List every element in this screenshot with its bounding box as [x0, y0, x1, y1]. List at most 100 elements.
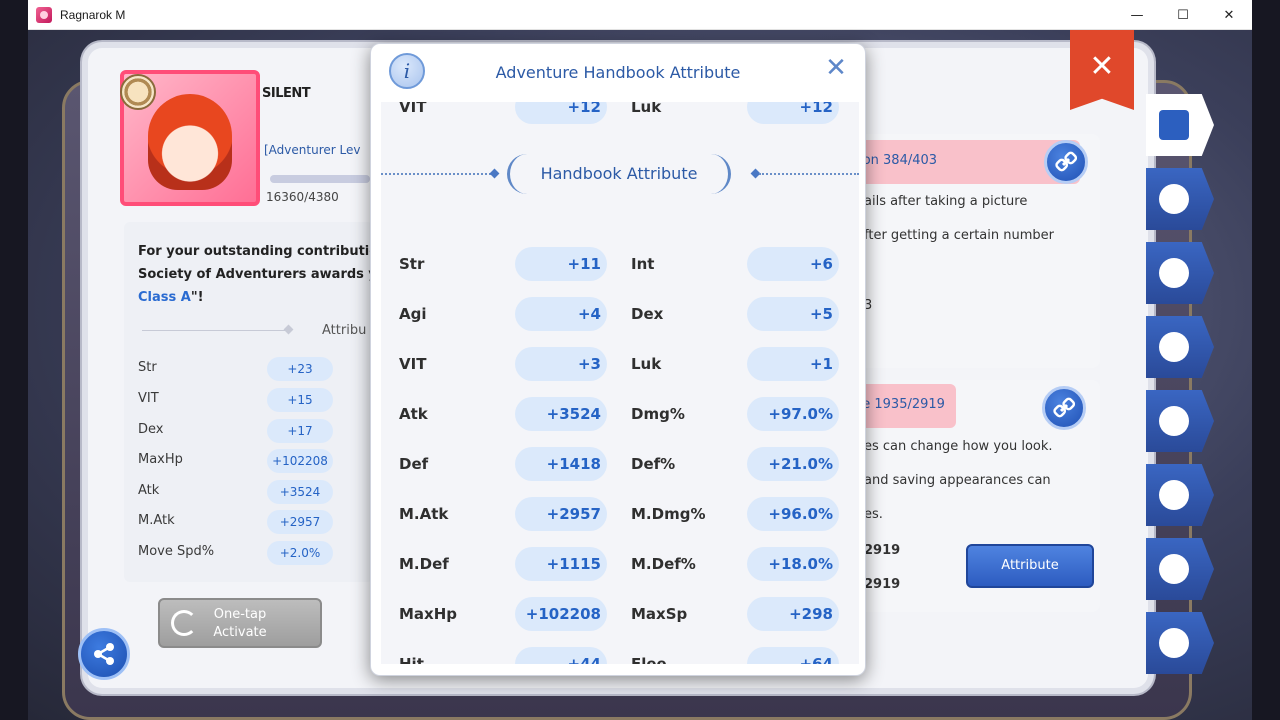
- attr-value: +4: [515, 297, 607, 331]
- close-book-button[interactable]: ✕: [1070, 30, 1134, 110]
- tab-story[interactable]: [1146, 538, 1214, 600]
- attr-value: +12: [747, 102, 839, 124]
- tab-npc[interactable]: [1146, 464, 1214, 526]
- attr-label: MaxSp: [631, 605, 688, 623]
- contribution-text: For your outstanding contributio Society…: [138, 240, 388, 309]
- handbook-attribute-modal: i Adventure Handbook Attribute ✕ VIT +12…: [370, 43, 866, 676]
- monster-face-icon: [1159, 184, 1189, 214]
- tab-monsters[interactable]: [1146, 168, 1214, 230]
- tab-handbook[interactable]: [1146, 94, 1214, 156]
- attr-value: +64: [747, 647, 839, 664]
- stat-value: +2957: [267, 510, 333, 534]
- stat-label: Str: [138, 360, 157, 375]
- collection-card-2-line-3: es.: [864, 507, 883, 522]
- stat-value: +17: [267, 419, 333, 443]
- exp-text: 16360/4380: [266, 190, 339, 204]
- contribution-line-2: Society of Adventurers awards y: [138, 267, 377, 282]
- modal-title: Adventure Handbook Attribute: [495, 63, 741, 82]
- link-button[interactable]: [1042, 386, 1086, 430]
- attr-value: +18.0%: [747, 547, 839, 581]
- contribution-class: Class A: [138, 290, 191, 305]
- collection-card-1-line-1: ails after taking a picture: [864, 194, 1028, 209]
- window-title: Ragnarok M: [60, 7, 126, 22]
- attr-label: M.Def: [399, 555, 449, 573]
- attr-label: VIT: [399, 102, 427, 116]
- share-icon: [94, 643, 114, 665]
- attribute-row: Atk +3524 Dmg% +97.0%: [381, 397, 859, 431]
- tab-photo[interactable]: [1146, 612, 1214, 674]
- attribute-row: Def +1418 Def% +21.0%: [381, 447, 859, 481]
- attr-label: Int: [631, 255, 655, 273]
- tab-cooking[interactable]: [1146, 390, 1214, 452]
- attribute-row: MaxHp +102208 MaxSp +298: [381, 597, 859, 631]
- exp-bar: [270, 175, 370, 183]
- tab-cards[interactable]: [1146, 316, 1214, 378]
- collection-card-1-line-2: fter getting a certain number: [864, 228, 1054, 243]
- link-icon: [1053, 397, 1075, 418]
- share-button[interactable]: [78, 628, 130, 680]
- attr-label: M.Atk: [399, 505, 449, 523]
- attr-value: +1418: [515, 447, 607, 481]
- divider-dots: [381, 173, 491, 175]
- poring-icon: [1159, 332, 1189, 362]
- letterbox-left: [0, 0, 28, 720]
- diamond-icon: [489, 168, 500, 179]
- photo-icon: [1159, 628, 1189, 658]
- attr-value: +6: [747, 247, 839, 281]
- attr-value: +3: [515, 347, 607, 381]
- attr-value: +12: [515, 102, 607, 124]
- app-icon: [36, 6, 52, 23]
- stat-label: Move Spd%: [138, 544, 215, 559]
- stat-value: +3524: [267, 480, 333, 504]
- divider-dots: [759, 173, 859, 175]
- attr-value: +96.0%: [747, 497, 839, 531]
- attr-value: +5: [747, 297, 839, 331]
- stat-label: Dex: [138, 422, 164, 437]
- attr-value: +21.0%: [747, 447, 839, 481]
- window-controls: — ☐ ✕: [1114, 0, 1252, 30]
- attr-value: +1: [747, 347, 839, 381]
- attribute-row: Str +11 Int +6: [381, 247, 859, 281]
- attr-label: MaxHp: [399, 605, 458, 623]
- attr-value: +2957: [515, 497, 607, 531]
- attr-label: Dmg%: [631, 405, 685, 423]
- link-icon: [1055, 151, 1077, 172]
- attr-label: Dex: [631, 305, 664, 323]
- link-button[interactable]: [1044, 140, 1088, 184]
- attribute-divider: [142, 330, 288, 331]
- attr-label: Luk: [631, 102, 662, 116]
- maximize-button[interactable]: ☐: [1160, 0, 1206, 30]
- compass-icon: [120, 74, 156, 110]
- stat-label: M.Atk: [138, 513, 175, 528]
- contribution-line-3: Class A"!: [138, 286, 388, 309]
- attr-label: Hit: [399, 655, 424, 664]
- attr-label: Agi: [399, 305, 427, 323]
- attr-label: Def%: [631, 455, 676, 473]
- stat-value: +15: [267, 388, 333, 412]
- attr-label: M.Dmg%: [631, 505, 706, 523]
- refresh-icon: [171, 610, 197, 636]
- modal-close-button[interactable]: ✕: [821, 54, 851, 84]
- modal-header: i Adventure Handbook Attribute ✕: [371, 44, 865, 102]
- stat-value: +2.0%: [267, 541, 333, 565]
- tab-pets[interactable]: [1146, 242, 1214, 304]
- section-header: Handbook Attribute: [381, 154, 859, 194]
- attr-label: Atk: [399, 405, 428, 423]
- attr-label: Def: [399, 455, 429, 473]
- attribute-button[interactable]: Attribute: [966, 544, 1094, 588]
- attribute-row: M.Atk +2957 M.Dmg% +96.0%: [381, 497, 859, 531]
- attribute-heading: Attribu: [322, 323, 367, 338]
- modal-scroll-area[interactable]: VIT +12 Luk +12 Handbook Attribute Str +…: [381, 102, 859, 664]
- attribute-row: Agi +4 Dex +5: [381, 297, 859, 331]
- collection-card-2-line-5: 2919: [864, 577, 901, 592]
- contribution-end: "!: [190, 290, 204, 305]
- attr-value: +3524: [515, 397, 607, 431]
- avatar: [148, 94, 232, 190]
- window-titlebar: Ragnarok M — ☐ ✕: [28, 0, 1252, 30]
- attribute-row: VIT +3 Luk +1: [381, 347, 859, 381]
- book-icon: [1159, 110, 1189, 140]
- attr-value: +97.0%: [747, 397, 839, 431]
- window-close-button[interactable]: ✕: [1206, 0, 1252, 30]
- stat-label: VIT: [138, 391, 159, 406]
- minimize-button[interactable]: —: [1114, 0, 1160, 30]
